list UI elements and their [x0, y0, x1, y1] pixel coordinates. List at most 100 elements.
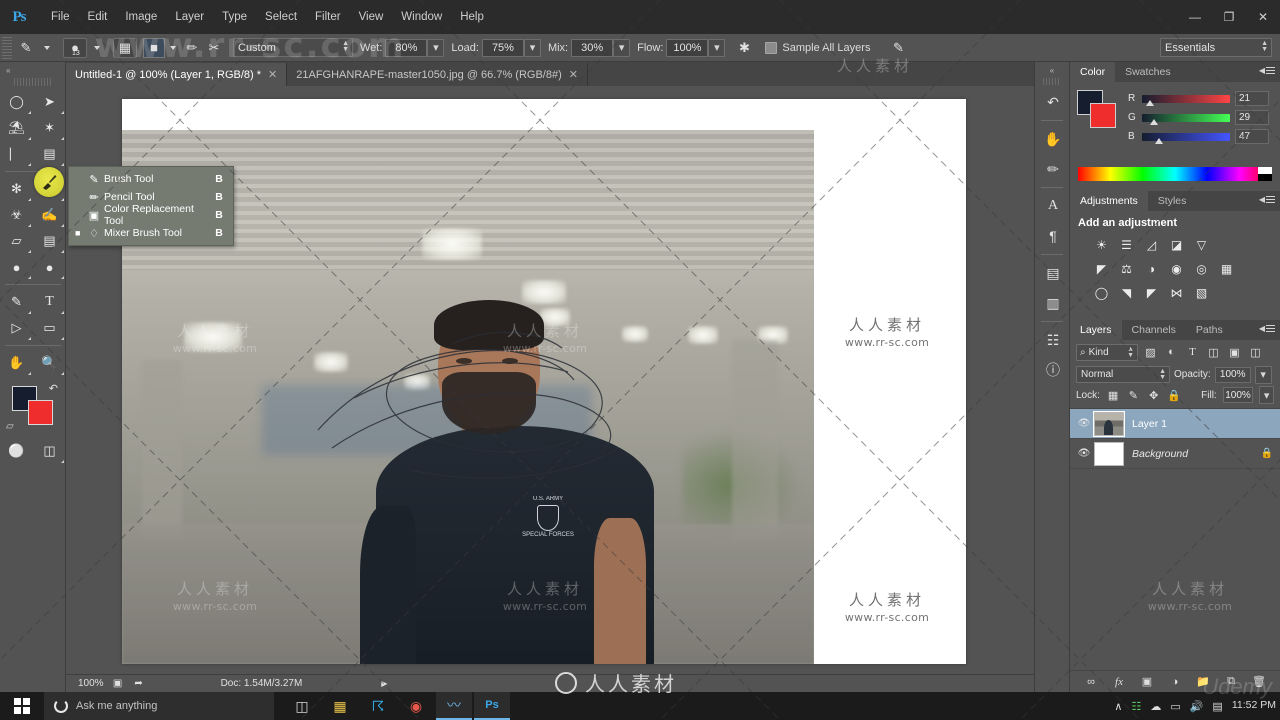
wet-dropdown-icon[interactable]: ▾ [427, 38, 445, 57]
volume-icon[interactable]: 🔊 [1190, 700, 1204, 713]
history-panel-icon[interactable]: ↶ [1035, 87, 1071, 117]
menu-image[interactable]: Image [116, 7, 166, 27]
status-options-arrow-icon[interactable]: ▶ [381, 679, 387, 688]
layers-panel-menu-icon[interactable]: ◀ [1259, 324, 1275, 333]
tool-zoom[interactable]: 🔍 [33, 350, 66, 376]
tools-collapse-button[interactable]: « [0, 62, 65, 78]
background-color-swatch[interactable] [1090, 103, 1116, 128]
wet-value[interactable]: 80% [385, 38, 428, 57]
close-button[interactable]: ✕ [1246, 0, 1280, 34]
fill-value[interactable]: 100% [1222, 387, 1254, 403]
onedrive-icon[interactable]: ☁ [1150, 700, 1161, 713]
airbrush-toggle-icon[interactable]: ✱ [733, 38, 755, 58]
tab-layers[interactable]: Layers [1070, 320, 1122, 340]
exposure-icon[interactable]: ◪ [1167, 236, 1186, 254]
menu-type[interactable]: Type [213, 7, 256, 27]
new-adjustment-layer-icon[interactable]: ◑ [1168, 676, 1183, 688]
layer-mask-icon[interactable]: ▣ [1140, 675, 1155, 688]
layer-style-icon[interactable]: fx [1112, 676, 1127, 688]
screen-mode-button[interactable]: ◫ [33, 438, 66, 464]
channel-value-g[interactable]: 29 [1235, 110, 1269, 125]
clean-brush-after-stroke-icon[interactable]: ✏ [181, 38, 203, 58]
channel-value-r[interactable]: 21 [1235, 91, 1269, 106]
swap-colors-icon[interactable]: ↶ [49, 382, 58, 395]
store-icon[interactable]: ▦ [322, 692, 358, 720]
opacity-value[interactable]: 100% [1214, 366, 1251, 383]
color-balance-icon[interactable]: ⚖ [1117, 260, 1136, 278]
brush-preset-picker[interactable]: ● 13 [63, 37, 87, 58]
close-icon[interactable]: ✕ [569, 68, 578, 81]
channel-value-b[interactable]: 47 [1235, 129, 1269, 144]
vibrance-icon[interactable]: ▽ [1192, 236, 1211, 254]
layer-row-background[interactable]: 👁 Background 🔒 [1070, 439, 1280, 469]
eye-icon[interactable]: 👁 [1074, 448, 1094, 459]
menu-filter[interactable]: Filter [306, 7, 350, 27]
blend-mode-select[interactable]: Normal ▲ ▼ [1076, 366, 1170, 383]
quick-mask-mode-button[interactable]: ⚪ [0, 438, 33, 464]
brush-panel-icon[interactable]: ✏ [1035, 154, 1071, 184]
channel-slider-g[interactable] [1142, 113, 1230, 125]
channel-slider-b[interactable] [1142, 132, 1230, 144]
tool-gradient[interactable]: ▤ [33, 228, 66, 254]
share-icon[interactable]: ➦ [132, 677, 146, 690]
curves-icon[interactable]: ◿ [1142, 236, 1161, 254]
menu-window[interactable]: Window [392, 7, 451, 27]
brush-preset-chevron-icon[interactable] [94, 45, 100, 50]
workspace-switcher[interactable]: Essentials ▲ ▼ [1160, 38, 1272, 57]
flow-value[interactable]: 100% [666, 38, 709, 57]
flow-dropdown-icon[interactable]: ▾ [708, 38, 726, 57]
tab-color[interactable]: Color [1070, 62, 1116, 82]
filter-smart-object-icon[interactable]: ▣ [1226, 344, 1243, 361]
close-icon[interactable]: ✕ [268, 68, 277, 81]
layer-filter-kind-select[interactable]: ⌕ Kind ▲ ▼ [1076, 343, 1138, 361]
brightness-contrast-icon[interactable]: ☀ [1092, 236, 1111, 254]
tool-spot-healing-brush[interactable]: ✻ [0, 176, 33, 202]
flyout-item-color-replacement-tool[interactable]: ▣ Color Replacement Tool B [69, 203, 233, 227]
lock-position-icon[interactable]: ✥ [1147, 387, 1161, 404]
slider-thumb[interactable] [1155, 137, 1163, 144]
layer-thumbnail[interactable] [1093, 410, 1125, 437]
filter-type-icon[interactable]: T [1184, 344, 1201, 361]
photo-filter-icon[interactable]: ◉ [1167, 260, 1186, 278]
display-icon[interactable]: ▭ [1170, 700, 1180, 713]
background-color-swatch[interactable] [28, 400, 53, 425]
menu-help[interactable]: Help [451, 7, 493, 27]
preview-toggle-icon[interactable]: ▣ [111, 677, 125, 690]
kind-spinner-icon[interactable]: ▲ ▼ [1127, 346, 1134, 359]
layer-filter-toggle[interactable]: ◫ [1247, 344, 1264, 361]
taskview-icon[interactable]: ◫ [284, 692, 320, 720]
color-spectrum-ramp[interactable] [1078, 167, 1272, 181]
flyout-item-mixer-brush-tool[interactable]: ■ ♢ Mixer Brush Tool B [69, 224, 233, 242]
audacity-icon[interactable]: 〰 [436, 692, 472, 720]
load-brush-after-stroke-toggle[interactable]: ■ [143, 37, 165, 58]
black-white-icon[interactable]: ◑ [1142, 260, 1161, 278]
default-colors-icon[interactable]: ▱ [6, 421, 14, 432]
brush-tool-highlight[interactable] [34, 167, 64, 197]
channel-slider-r[interactable] [1142, 94, 1230, 106]
load-options-chevron-icon[interactable] [170, 45, 176, 50]
tab-paths[interactable]: Paths [1185, 320, 1233, 340]
layer-name[interactable]: Layer 1 [1124, 418, 1276, 430]
color-panel-menu-icon[interactable]: ◀ [1259, 66, 1275, 75]
mix-dropdown-icon[interactable]: ▾ [613, 38, 631, 57]
document-tab-untitled-1[interactable]: Untitled-1 @ 100% (Layer 1, RGB/8) * ✕ [66, 63, 288, 86]
tool-hand[interactable]: ✋ [0, 350, 33, 376]
chrome-icon[interactable]: ◉ [398, 692, 434, 720]
link-layers-icon[interactable]: ∞ [1084, 676, 1099, 688]
paragraph-panel-icon[interactable]: ¶ [1035, 221, 1071, 251]
channel-mixer-icon[interactable]: ◎ [1192, 260, 1211, 278]
brush-presets-icon[interactable]: ✋ [1035, 124, 1071, 154]
show-hidden-icons[interactable]: ∧ [1114, 700, 1122, 713]
eye-icon[interactable]: 👁 [1074, 418, 1094, 429]
tool-crop[interactable]: ⎸ [0, 141, 33, 167]
tool-elliptical-marquee[interactable]: ◯ [0, 89, 33, 115]
gradient-map-icon[interactable]: ▧ [1192, 284, 1211, 302]
load-dropdown-icon[interactable]: ▾ [523, 38, 541, 57]
tool-blur[interactable]: ● [0, 254, 33, 280]
sample-all-layers-checkbox[interactable] [765, 41, 778, 54]
minimize-button[interactable]: — [1178, 0, 1212, 34]
rail-collapse-button[interactable]: « [1035, 62, 1069, 78]
action-center-icon[interactable]: ▤ [1212, 700, 1222, 713]
tool-move[interactable]: ➤ [33, 89, 66, 115]
lock-image-pixels-icon[interactable]: ✎ [1126, 387, 1140, 404]
